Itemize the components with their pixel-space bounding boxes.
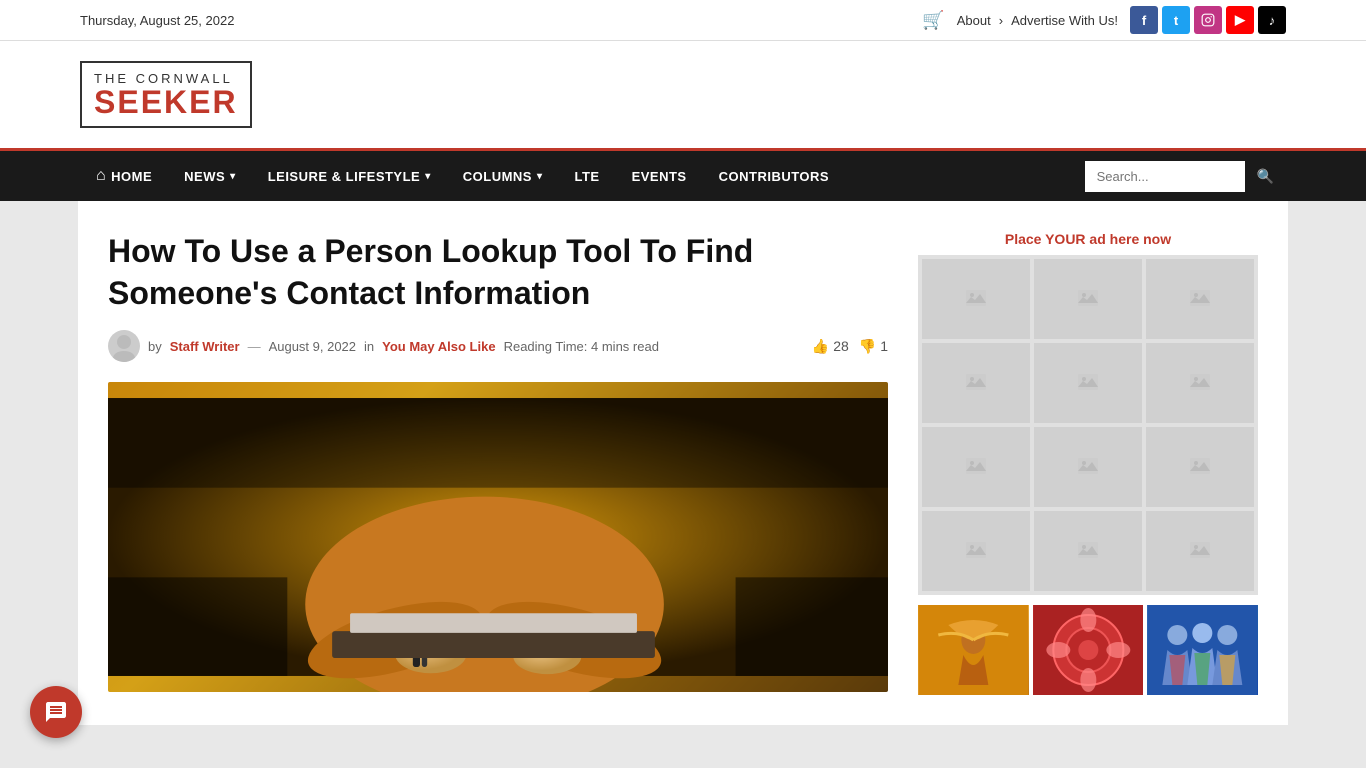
by-label: by	[148, 339, 162, 354]
ad-cell	[1146, 259, 1254, 339]
youtube-icon[interactable]: ▶	[1226, 6, 1254, 34]
advertise-link[interactable]: Advertise With Us!	[1011, 13, 1118, 28]
nav-link-home[interactable]: ⌂ HOME	[80, 151, 168, 201]
top-bar: Thursday, August 25, 2022 🛒 About › Adve…	[0, 0, 1366, 41]
ad-cell	[1034, 343, 1142, 423]
sidebar-photo-3[interactable]	[1147, 605, 1258, 695]
facebook-icon[interactable]: f	[1130, 6, 1158, 34]
cart-icon[interactable]: 🛒	[922, 10, 944, 31]
ad-cell	[922, 343, 1030, 423]
top-bar-right: 🛒 About › Advertise With Us! f t ▶ ♪	[922, 6, 1286, 34]
dislike-button[interactable]: 👎 1	[859, 338, 888, 355]
nav-label-contributors: CONTRIBUTORS	[719, 169, 829, 184]
chat-icon	[44, 700, 68, 724]
search-input[interactable]	[1085, 161, 1245, 192]
nav-link-contributors[interactable]: CONTRIBUTORS	[703, 153, 845, 200]
in-label: in	[364, 339, 374, 354]
ad-cell	[922, 427, 1030, 507]
ad-cell	[1034, 427, 1142, 507]
nav-item-news: NEWS	[168, 153, 252, 200]
ad-cell	[1034, 511, 1142, 591]
search-button[interactable]: 🔍	[1245, 160, 1286, 193]
nav-label-columns: COLUMNS	[463, 169, 532, 184]
like-area: 👍 28 👎 1	[812, 338, 888, 355]
thumbs-down-icon: 👎	[859, 338, 876, 355]
date-label: Thursday, August 25, 2022	[80, 13, 234, 28]
nav-label-news: NEWS	[184, 169, 225, 184]
about-link[interactable]: About	[957, 13, 991, 28]
sidebar-photo-2[interactable]	[1033, 605, 1144, 695]
nav-item-columns: COLUMNS	[447, 153, 559, 200]
twitter-icon[interactable]: t	[1162, 6, 1190, 34]
nav-item-events: EVENTS	[616, 153, 703, 200]
nav-item-home: ⌂ HOME	[80, 151, 168, 201]
ad-cell	[1146, 343, 1254, 423]
top-links: About › Advertise With Us!	[957, 13, 1118, 28]
ad-cell	[1146, 511, 1254, 591]
nav-link-leisure[interactable]: LEISURE & LIFESTYLE	[252, 153, 447, 200]
ad-photos-row	[918, 605, 1258, 695]
nav-link-news[interactable]: NEWS	[168, 153, 252, 200]
sidebar: Place YOUR ad here now	[918, 231, 1258, 695]
nav-link-columns[interactable]: COLUMNS	[447, 153, 559, 200]
ad-mosaic	[918, 255, 1258, 595]
ad-text[interactable]: Place YOUR ad here now	[918, 231, 1258, 247]
author-link[interactable]: Staff Writer	[170, 339, 240, 354]
category-link[interactable]: You May Also Like	[382, 339, 495, 354]
nav-search: 🔍	[1085, 160, 1286, 193]
search-icon: 🔍	[1257, 168, 1274, 184]
nav-item-lte: LTE	[559, 153, 616, 200]
nav-item-contributors: CONTRIBUTORS	[703, 153, 845, 200]
social-icons: f t ▶ ♪	[1130, 6, 1286, 34]
avatar	[108, 330, 140, 362]
nav-item-leisure: LEISURE & LIFESTYLE	[252, 153, 447, 200]
dislike-count: 1	[880, 338, 888, 354]
chat-bubble[interactable]	[30, 686, 82, 738]
instagram-icon[interactable]	[1194, 6, 1222, 34]
nav-link-events[interactable]: EVENTS	[616, 153, 703, 200]
sidebar-photo-1[interactable]	[918, 605, 1029, 695]
nav-label-home: HOME	[111, 169, 152, 184]
like-count: 28	[833, 338, 849, 354]
site-header: THE CORNWALL SEEKER	[0, 41, 1366, 148]
logo-box: THE CORNWALL SEEKER	[80, 61, 252, 128]
home-icon: ⌂	[96, 167, 106, 185]
article-image	[108, 382, 888, 692]
article-meta: by Staff Writer — August 9, 2022 in You …	[108, 330, 888, 362]
nav-label-lte: LTE	[575, 169, 600, 184]
ad-cell	[922, 511, 1030, 591]
nav-label-events: EVENTS	[632, 169, 687, 184]
logo[interactable]: THE CORNWALL SEEKER	[80, 61, 252, 128]
reading-time: Reading Time: 4 mins read	[504, 339, 659, 354]
nav-link-lte[interactable]: LTE	[559, 153, 616, 200]
nav-label-leisure: LEISURE & LIFESTYLE	[268, 169, 421, 184]
ad-cell	[1034, 259, 1142, 339]
main-wrapper: How To Use a Person Lookup Tool To Find …	[78, 201, 1288, 725]
like-button[interactable]: 👍 28	[812, 338, 849, 355]
nav-items-list: ⌂ HOME NEWS LEISURE & LIFESTYLE COLUMNS …	[80, 151, 845, 201]
article-main: How To Use a Person Lookup Tool To Find …	[108, 231, 888, 695]
tiktok-icon[interactable]: ♪	[1258, 6, 1286, 34]
ad-cell	[1146, 427, 1254, 507]
article-date: August 9, 2022	[269, 339, 356, 354]
main-nav: ⌂ HOME NEWS LEISURE & LIFESTYLE COLUMNS …	[0, 148, 1366, 201]
ad-cell	[922, 259, 1030, 339]
thumbs-up-icon: 👍	[812, 338, 829, 355]
article-title: How To Use a Person Lookup Tool To Find …	[108, 231, 888, 314]
article-image-svg	[108, 382, 888, 692]
logo-text-bottom: SEEKER	[94, 86, 238, 118]
